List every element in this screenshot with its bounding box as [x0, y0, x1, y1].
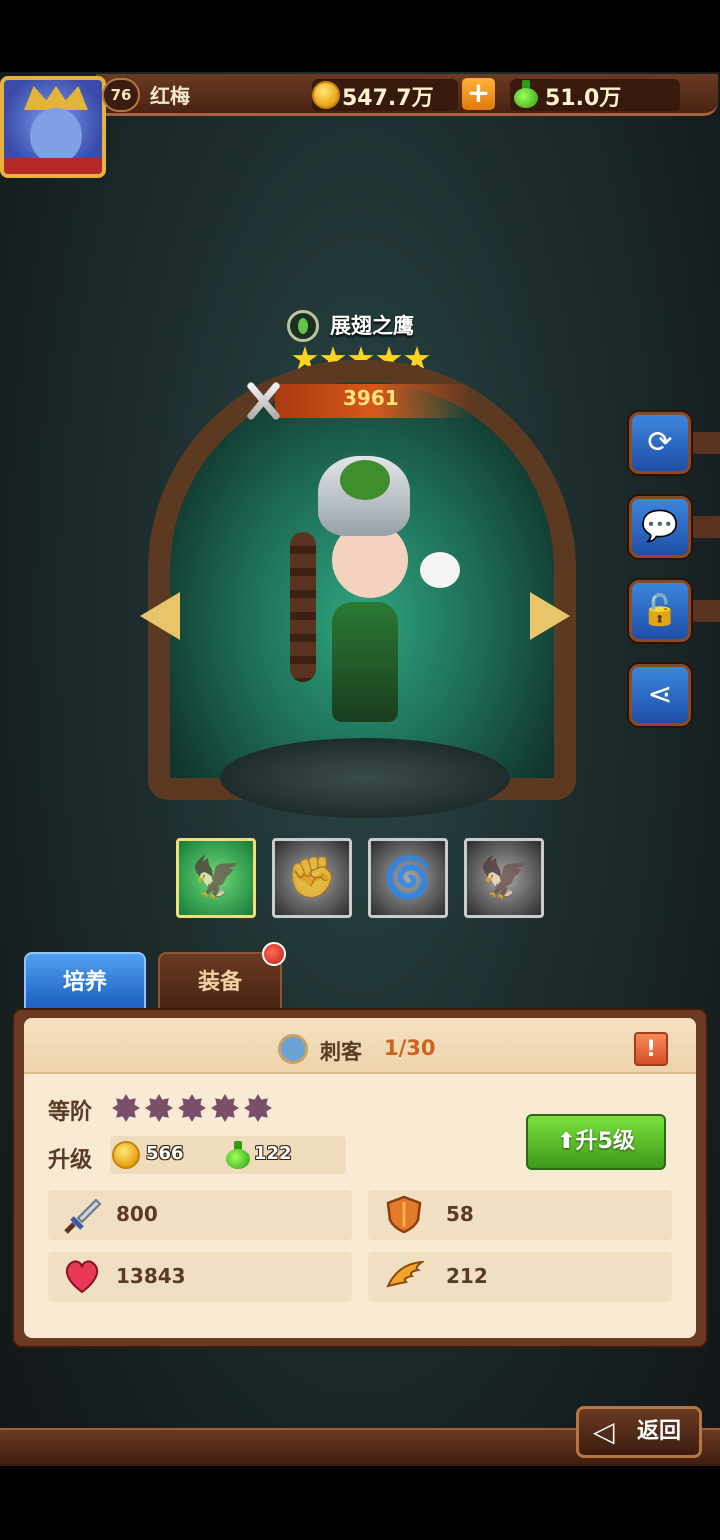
upgrade-five-levels-button[interactable]: ⬆升5级	[526, 1114, 666, 1170]
upgrade-button-label: 升5级	[575, 1129, 635, 1154]
skill-slot-1[interactable]: 🦅	[176, 838, 256, 918]
game-screen: 76 红梅 547.7万 + 51.0万 展翅之鹰 3961 ⟳ 💬 🔓 ⋖ 🦅…	[0, 0, 720, 1540]
back-arrow-icon: ◁	[593, 1415, 615, 1448]
tab-train[interactable]: 培养	[24, 952, 146, 1010]
share-icon: ⋖	[647, 677, 673, 712]
chat-bubble-icon: 💬	[641, 509, 679, 544]
assassin-class-icon	[278, 1034, 308, 1064]
power-value: 3961	[343, 386, 399, 410]
side-bracket	[692, 432, 720, 454]
side-bracket	[692, 600, 720, 622]
whirlwind-skill-icon: 🌀	[383, 855, 433, 901]
skill-slot-3[interactable]: 🌀	[368, 838, 448, 918]
green-eagle-skill-icon: 🦅	[191, 855, 241, 901]
green-potion-icon	[514, 80, 538, 108]
skill-slot-4[interactable]: 🦅	[464, 838, 544, 918]
stat-speed-value: 212	[446, 1264, 488, 1288]
next-hero-arrow-icon[interactable]	[530, 592, 570, 640]
sword-icon	[64, 1198, 102, 1234]
side-bracket	[692, 516, 720, 538]
notification-dot	[262, 942, 286, 966]
fist-skill-icon: ✊	[287, 855, 337, 901]
status-area	[0, 0, 720, 72]
player-avatar[interactable]	[0, 76, 106, 178]
hero-body	[332, 602, 398, 722]
refresh-icon: ⟳	[647, 425, 673, 460]
unlocked-padlock-icon: 🔓	[641, 593, 679, 628]
hero-braid	[290, 532, 316, 682]
gold-coin-icon	[312, 81, 340, 109]
player-name: 红梅	[150, 84, 190, 108]
navigation-area	[0, 1466, 720, 1540]
green-potion-icon	[226, 1141, 250, 1169]
wing-speed-icon	[386, 1260, 424, 1288]
crossed-swords-icon	[240, 378, 286, 424]
cost-gold: 566	[146, 1143, 184, 1164]
up-arrow-icon: ⬆	[557, 1129, 576, 1154]
refresh-button[interactable]: ⟳	[629, 412, 691, 474]
back-label: 返回	[637, 1419, 682, 1444]
cost-potion: 122	[254, 1143, 292, 1164]
gold-coin-icon	[112, 1141, 140, 1169]
add-gold-button[interactable]: +	[462, 78, 495, 110]
potion-amount: 51.0万	[545, 86, 622, 111]
avatar-ribbon	[4, 158, 102, 174]
avatar-face	[30, 108, 82, 164]
info-button[interactable]: !	[634, 1032, 668, 1066]
back-button[interactable]: ◁ 返回	[576, 1406, 702, 1458]
hero-helmet	[318, 456, 410, 536]
share-button[interactable]: ⋖	[629, 664, 691, 726]
player-level-badge: 76	[102, 78, 140, 112]
crown-icon	[24, 86, 88, 110]
gold-amount: 547.7万	[342, 86, 434, 111]
heart-icon	[65, 1260, 99, 1294]
hero-faction-icon	[287, 310, 319, 342]
lock-button[interactable]: 🔓	[629, 580, 691, 642]
chat-button[interactable]: 💬	[629, 496, 691, 558]
class-name: 刺客	[320, 1040, 362, 1064]
hero-portrait[interactable]	[270, 452, 460, 752]
stat-attack-value: 800	[116, 1202, 158, 1226]
stat-defense-value: 58	[446, 1202, 474, 1226]
grade-label: 等阶	[48, 1100, 93, 1125]
class-count: 1/30	[384, 1036, 436, 1060]
shield-icon	[386, 1195, 422, 1234]
skill-slot-2[interactable]: ✊	[272, 838, 352, 918]
hero-name: 展翅之鹰	[330, 314, 414, 338]
upgrade-label: 升级	[48, 1148, 93, 1173]
previous-hero-arrow-icon[interactable]	[140, 592, 180, 640]
stat-hp-value: 13843	[116, 1264, 186, 1288]
eagle-head-skill-icon: 🦅	[479, 855, 529, 901]
eagle-companion	[420, 552, 460, 588]
